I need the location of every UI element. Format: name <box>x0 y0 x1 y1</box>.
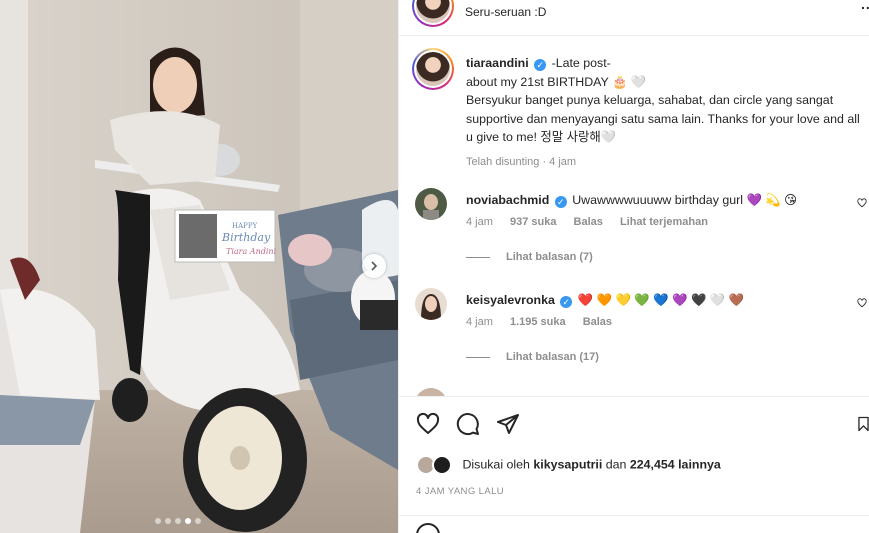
next-comment-avatar-partial <box>415 388 447 396</box>
liked-by-count[interactable]: 224,454 lainnya <box>630 457 721 471</box>
likes-summary: Disukai oleh kikysaputrii dan 224,454 la… <box>416 455 721 475</box>
avatar-image <box>415 288 447 320</box>
card-line-1: HAPPY <box>232 222 258 230</box>
liker-avatars <box>416 455 454 475</box>
caption-line-3: Bersyukur banget punya keluarga, sahabat… <box>466 93 860 144</box>
view-replies-label[interactable]: Lihat balasan (17) <box>506 351 599 363</box>
post-side-panel: Seru-seruan :D ... tiaraandini ✓ -Late p… <box>398 0 869 533</box>
caption-line-2: about my 21st BIRTHDAY 🎂 🤍 <box>466 74 647 89</box>
more-options-icon[interactable]: ... <box>861 0 869 12</box>
comment-body: ❤️ 🧡 💛 💚 💙 💜 🖤 🤍 🤎 <box>577 293 745 307</box>
comment-username[interactable]: noviabachmid <box>466 193 549 207</box>
post-location[interactable]: Seru-seruan :D <box>465 5 546 19</box>
comment-body: Uwawwwwuuuww birthday gurl 💜 💫 😘 <box>572 193 798 207</box>
post-photo: HAPPY Birthday Tiara Andini <box>0 0 398 533</box>
caption-body: tiaraandini ✓ -Late post- about my 21st … <box>466 54 861 171</box>
like-button[interactable] <box>415 411 441 437</box>
comment-meta: 4 jam 937 suka Balas Lihat terjemahan <box>466 216 722 228</box>
comment-like-heart-icon[interactable] <box>857 298 867 308</box>
comment-like-heart-icon[interactable] <box>857 198 867 208</box>
liked-by-mid: dan <box>605 457 627 472</box>
comment-avatar[interactable] <box>415 288 447 320</box>
comment-bubble-icon <box>456 413 479 436</box>
liked-by-user[interactable]: kikysaputrii <box>533 457 602 471</box>
post-actions: Disukai oleh kikysaputrii dan 224,454 la… <box>399 396 869 533</box>
liker-avatar <box>432 455 452 475</box>
heart-icon <box>416 412 440 434</box>
carousel-dot <box>155 518 161 524</box>
comment-button[interactable] <box>455 411 481 437</box>
carousel-next-button[interactable] <box>362 254 386 278</box>
post-header: Seru-seruan :D ... <box>399 0 869 36</box>
comment-time: 4 jam <box>466 216 493 228</box>
caption-line-1: -Late post- <box>551 56 611 70</box>
caption-meta: Telah disunting · 4 jam <box>466 155 577 168</box>
add-comment-bar[interactable] <box>399 515 869 533</box>
carousel-dots <box>155 518 201 524</box>
card-line-3: Tiara Andini <box>226 247 277 256</box>
comment-likes[interactable]: 1.195 suka <box>510 316 566 328</box>
reply-button[interactable]: Balas <box>574 216 603 228</box>
replies-divider <box>466 356 490 358</box>
translate-button[interactable]: Lihat terjemahan <box>620 216 708 228</box>
reply-button[interactable]: Balas <box>583 316 612 328</box>
caption-username[interactable]: tiaraandini <box>466 56 529 70</box>
comment-text: keisyalevronka ✓ ❤️ 🧡 💛 💚 💙 💜 🖤 🤍 🤎 <box>466 292 856 309</box>
chevron-right-icon <box>371 261 378 271</box>
replies-divider <box>466 256 490 258</box>
caption-avatar[interactable] <box>412 48 454 90</box>
paper-plane-icon <box>497 414 519 434</box>
emoji-icon[interactable] <box>415 522 441 533</box>
header-avatar[interactable] <box>412 0 454 27</box>
avatar-image <box>415 188 447 220</box>
verified-badge-icon: ✓ <box>554 196 567 208</box>
liked-by-prefix: Disukai oleh <box>462 457 530 472</box>
photo-scene: HAPPY Birthday Tiara Andini <box>0 0 398 533</box>
bookmark-icon <box>858 416 869 432</box>
comment-meta: 4 jam 1.195 suka Balas <box>466 316 626 328</box>
view-replies-label[interactable]: Lihat balasan (7) <box>506 251 593 263</box>
verified-badge-icon: ✓ <box>534 59 547 71</box>
view-replies-button[interactable]: Lihat balasan (7) <box>466 251 593 263</box>
comment-avatar[interactable] <box>415 188 447 220</box>
comment-time: 4 jam <box>466 316 493 328</box>
share-button[interactable] <box>495 411 521 437</box>
comment-likes[interactable]: 937 suka <box>510 216 556 228</box>
comment-text: noviabachmid ✓ Uwawwwwuuuww birthday gur… <box>466 192 856 209</box>
card-line-2: Birthday <box>221 231 271 244</box>
carousel-dot <box>165 518 171 524</box>
carousel-dot <box>195 518 201 524</box>
carousel-dot <box>175 518 181 524</box>
post-timestamp[interactable]: 4 JAM YANG LALU <box>416 486 504 497</box>
view-replies-button[interactable]: Lihat balasan (17) <box>466 351 599 363</box>
verified-badge-icon: ✓ <box>560 296 573 308</box>
comment-username[interactable]: keisyalevronka <box>466 293 555 307</box>
save-button[interactable] <box>857 411 869 437</box>
carousel-dot-active <box>185 518 191 524</box>
